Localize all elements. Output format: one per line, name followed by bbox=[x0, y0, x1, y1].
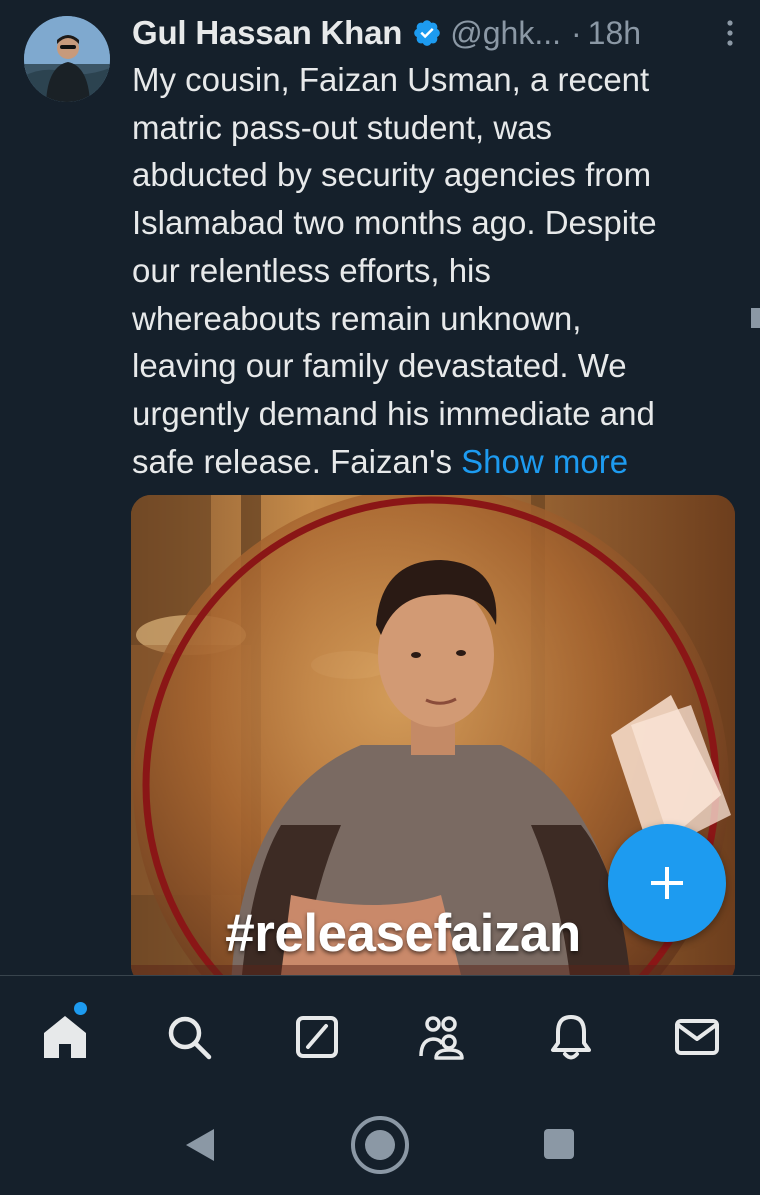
home-icon bbox=[44, 1016, 86, 1058]
back-button[interactable] bbox=[184, 1127, 216, 1163]
recents-icon bbox=[544, 1129, 574, 1159]
verified-badge-icon bbox=[412, 18, 442, 48]
tweet-body: My cousin, Faizan Usman, a recent matric… bbox=[132, 61, 657, 480]
back-icon bbox=[186, 1129, 214, 1161]
timestamp[interactable]: 18h bbox=[588, 15, 641, 52]
scroll-indicator[interactable] bbox=[751, 308, 760, 328]
avatar[interactable] bbox=[24, 16, 110, 102]
home-notification-dot bbox=[74, 1002, 87, 1015]
separator-dot: · bbox=[570, 14, 582, 51]
notifications-icon bbox=[551, 1015, 591, 1060]
show-more-link[interactable]: Show more bbox=[461, 443, 628, 480]
communities-icon bbox=[419, 1016, 464, 1060]
grok-icon bbox=[296, 1016, 338, 1058]
nav-communities[interactable] bbox=[416, 1012, 466, 1062]
system-home-button[interactable] bbox=[350, 1115, 410, 1175]
more-vertical-icon[interactable] bbox=[718, 16, 742, 50]
nav-search[interactable] bbox=[164, 1012, 214, 1062]
bottom-nav bbox=[0, 975, 760, 1094]
nav-messages[interactable] bbox=[672, 1012, 722, 1062]
search-icon bbox=[168, 1016, 212, 1060]
compose-button[interactable] bbox=[608, 824, 726, 942]
nav-home[interactable] bbox=[40, 1012, 90, 1062]
display-name[interactable]: Gul Hassan Khan bbox=[132, 14, 402, 52]
nav-grok[interactable] bbox=[292, 1012, 342, 1062]
screen: Gul Hassan Khan @ghk... · 18h My cousin,… bbox=[0, 0, 760, 1195]
tweet-text: My cousin, Faizan Usman, a recent matric… bbox=[132, 56, 742, 485]
handle[interactable]: @ghk... bbox=[450, 15, 561, 52]
tweet-header: Gul Hassan Khan @ghk... · 18h bbox=[132, 10, 742, 56]
home-circle-icon bbox=[351, 1116, 409, 1174]
messages-icon bbox=[675, 1019, 719, 1055]
system-nav-bar bbox=[0, 1093, 760, 1195]
recents-button[interactable] bbox=[542, 1127, 576, 1161]
nav-notifications[interactable] bbox=[546, 1012, 596, 1062]
plus-icon bbox=[651, 867, 683, 899]
